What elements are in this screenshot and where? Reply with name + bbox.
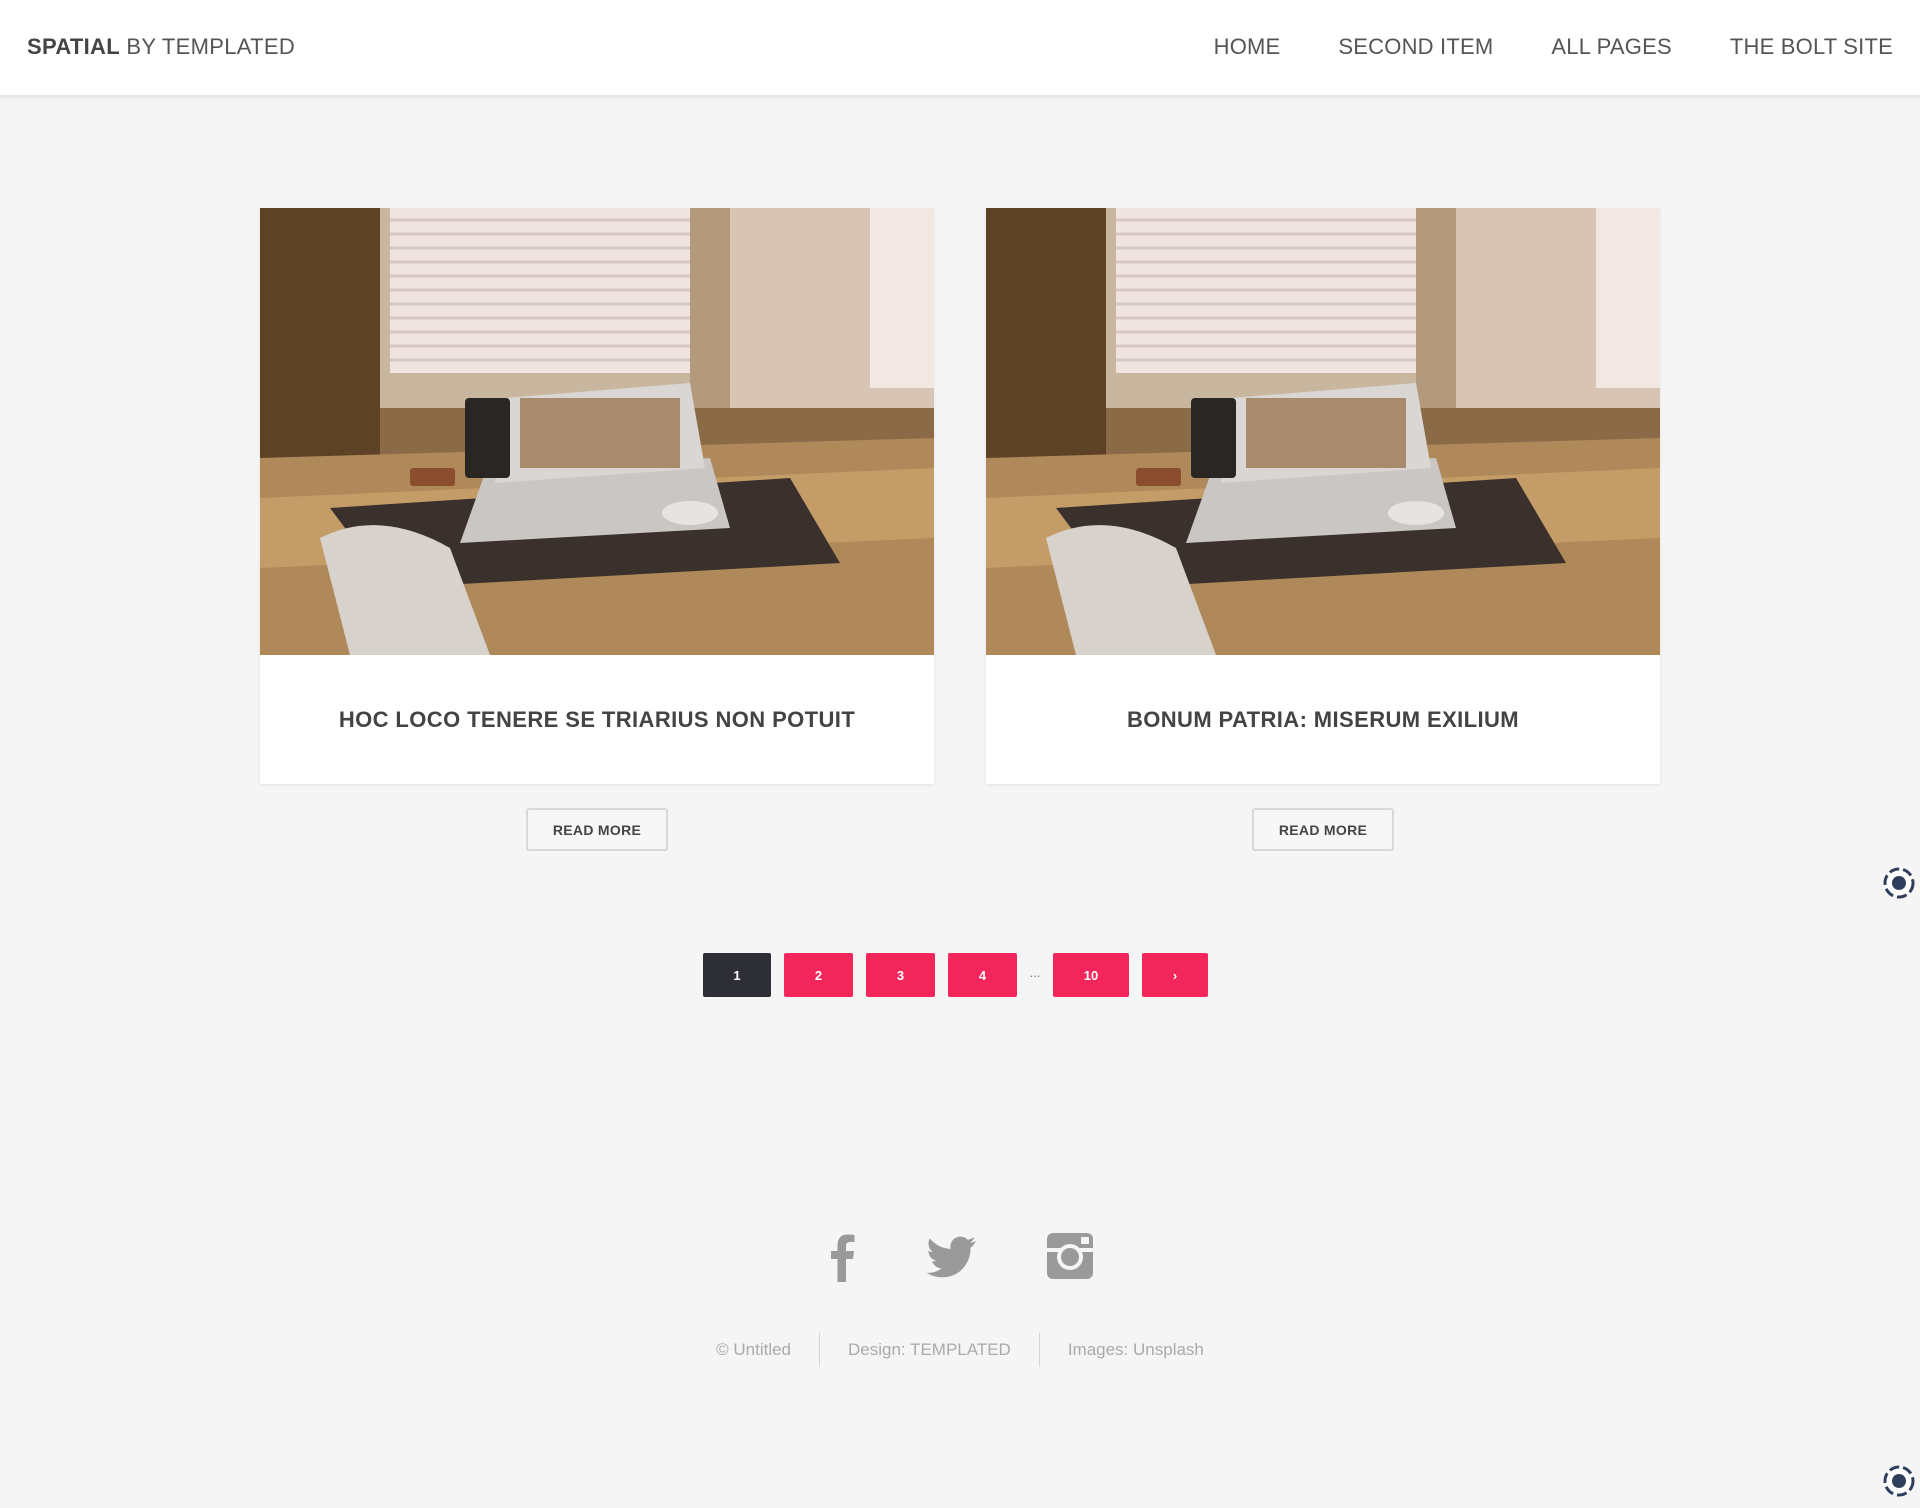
floating-widget-icon[interactable]: [1882, 1464, 1916, 1498]
nav-home[interactable]: HOME: [1214, 34, 1281, 60]
page-3-button[interactable]: 3: [866, 953, 935, 997]
post-title[interactable]: HOC LOCO TENERE SE TRIARIUS NON POTUIT: [260, 655, 934, 784]
main-nav: HOME SECOND ITEM ALL PAGES THE BOLT SITE: [1214, 34, 1893, 60]
floating-widget-icon[interactable]: [1882, 866, 1916, 900]
footer-copyright: © Untitled: [716, 1340, 791, 1359]
page-4-button[interactable]: 4: [948, 953, 1017, 997]
read-more-button[interactable]: READ MORE: [1252, 808, 1394, 851]
facebook-icon[interactable]: [812, 1226, 872, 1286]
site-header: SPATIAL BY TEMPLATED HOME SECOND ITEM AL…: [0, 0, 1920, 97]
next-page-button[interactable]: ›: [1142, 953, 1208, 997]
pagination-ellipsis: ...: [1029, 965, 1041, 980]
post-image[interactable]: [260, 208, 934, 655]
nav-second-item[interactable]: SECOND ITEM: [1338, 34, 1493, 60]
logo-strong: SPATIAL: [27, 34, 120, 59]
nav-all-pages[interactable]: ALL PAGES: [1551, 34, 1671, 60]
instagram-icon[interactable]: [1040, 1226, 1100, 1286]
page-10-button[interactable]: 10: [1053, 953, 1129, 997]
page-2-button[interactable]: 2: [784, 953, 853, 997]
logo-rest: BY TEMPLATED: [119, 34, 296, 59]
post-card: BONUM PATRIA: MISERUM EXILIUM: [986, 208, 1660, 784]
nav-bolt-site[interactable]: THE BOLT SITE: [1730, 34, 1893, 60]
footer-design-credit[interactable]: Design: TEMPLATED: [820, 1340, 1039, 1360]
footer-images-credit[interactable]: Images: Unsplash: [1040, 1340, 1232, 1360]
page-1-button[interactable]: 1: [703, 953, 771, 997]
post-image[interactable]: [986, 208, 1660, 655]
twitter-icon[interactable]: [922, 1226, 982, 1286]
read-more-button[interactable]: READ MORE: [526, 808, 668, 851]
footer-links: © Untitled Design: TEMPLATED Images: Uns…: [0, 1333, 1920, 1367]
post-card: HOC LOCO TENERE SE TRIARIUS NON POTUIT: [260, 208, 934, 784]
post-title[interactable]: BONUM PATRIA: MISERUM EXILIUM: [986, 655, 1660, 784]
site-logo[interactable]: SPATIAL BY TEMPLATED: [27, 34, 295, 60]
